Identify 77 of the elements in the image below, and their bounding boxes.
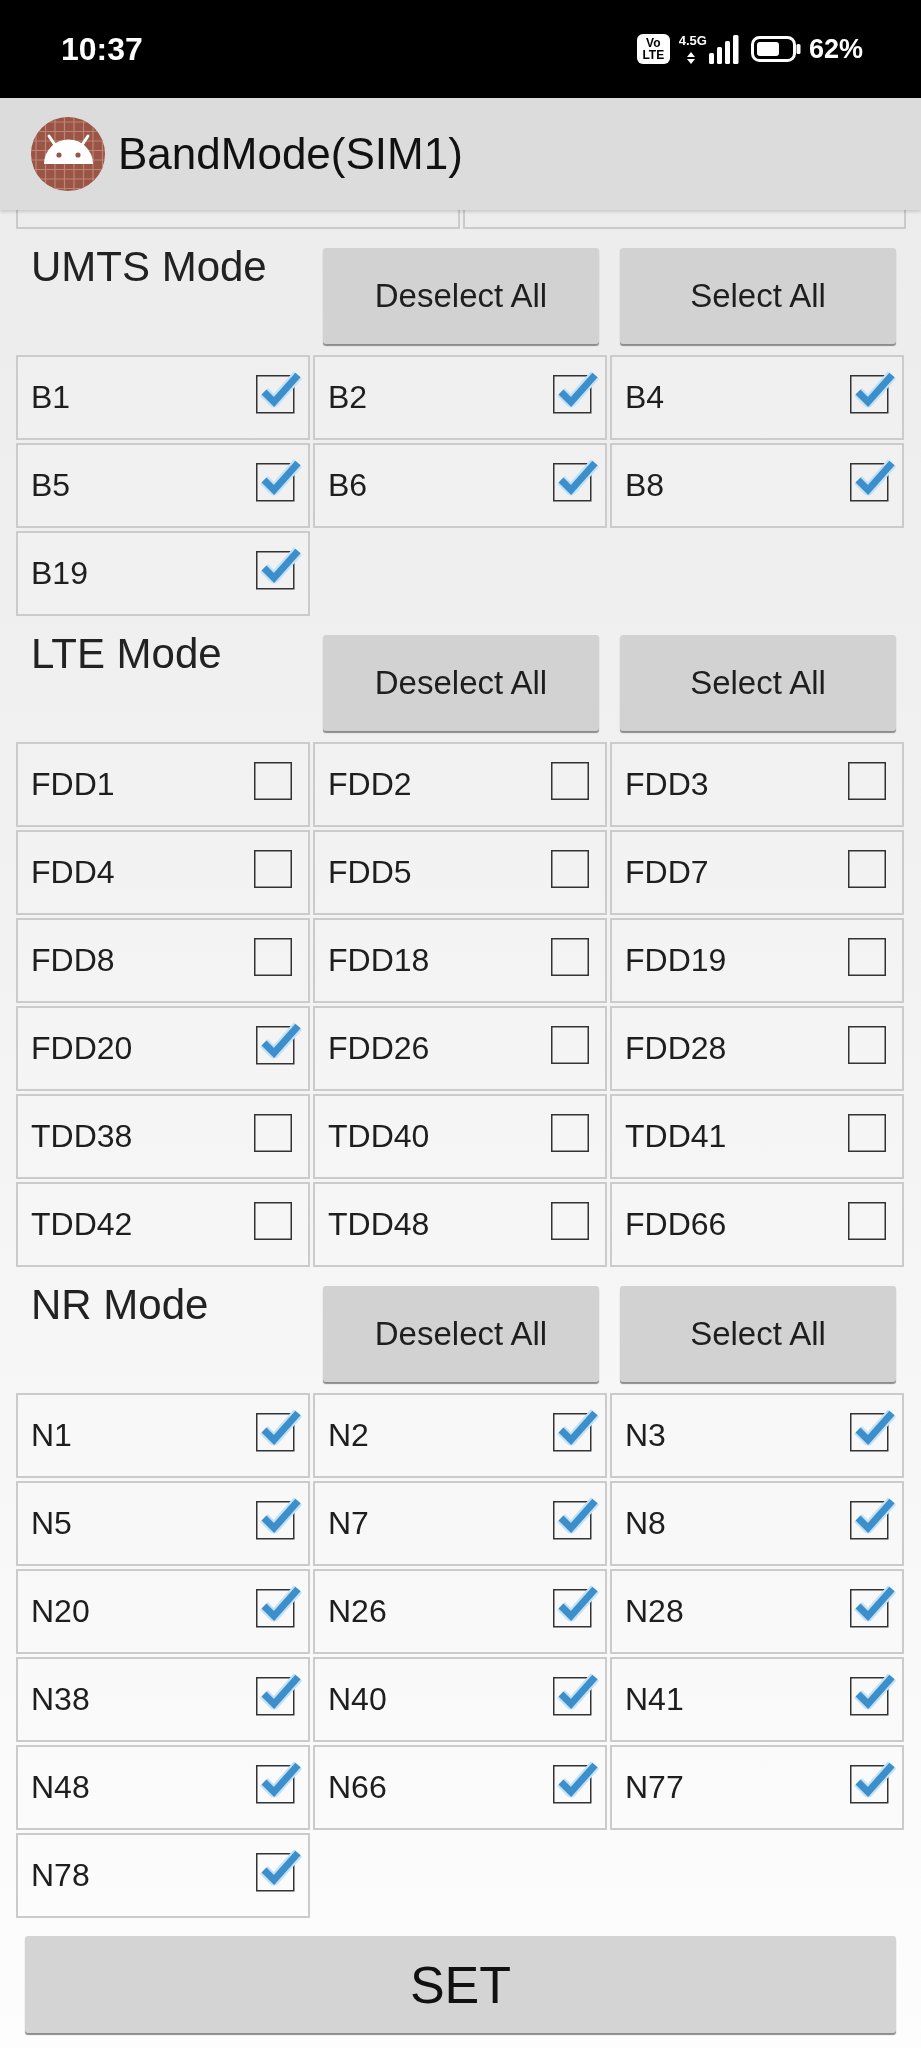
band-label: N5 bbox=[31, 1505, 72, 1542]
band-label: TDD38 bbox=[31, 1118, 133, 1155]
band-label: FDD66 bbox=[625, 1206, 727, 1243]
network-type-label: 4.5G bbox=[678, 34, 707, 47]
section-title: NR Mode bbox=[31, 1284, 209, 1326]
checkbox[interactable] bbox=[551, 938, 589, 976]
battery-icon bbox=[750, 36, 801, 62]
band-label: N40 bbox=[328, 1681, 387, 1718]
checkbox[interactable] bbox=[254, 938, 292, 976]
band-label: B5 bbox=[31, 467, 71, 504]
band-label: N77 bbox=[625, 1769, 684, 1806]
select-all-button[interactable]: Select All bbox=[620, 1286, 896, 1382]
band-label: N41 bbox=[625, 1681, 684, 1718]
checkbox[interactable] bbox=[848, 1026, 886, 1064]
checkbox[interactable] bbox=[254, 1202, 292, 1240]
band-label: FDD3 bbox=[625, 766, 709, 803]
band-label: N2 bbox=[328, 1417, 369, 1454]
band-label: N48 bbox=[31, 1769, 90, 1806]
deselect-all-button[interactable]: Deselect All bbox=[323, 635, 599, 731]
clock-time: 10:37 bbox=[61, 30, 143, 68]
band-label: FDD20 bbox=[31, 1030, 133, 1067]
checkbox[interactable] bbox=[551, 1202, 589, 1240]
app-icon bbox=[31, 117, 105, 191]
band-label: FDD8 bbox=[31, 942, 115, 979]
checkbox[interactable] bbox=[254, 762, 292, 800]
band-label: B8 bbox=[625, 467, 665, 504]
band-label: FDD28 bbox=[625, 1030, 727, 1067]
deselect-all-button[interactable]: Deselect All bbox=[323, 1286, 599, 1382]
set-button[interactable]: SET bbox=[25, 1936, 896, 2033]
volte-badge: Vo LTE bbox=[636, 34, 670, 64]
select-all-button[interactable]: Select All bbox=[620, 248, 896, 344]
band-label: B4 bbox=[625, 379, 665, 416]
checkbox[interactable] bbox=[848, 938, 886, 976]
band-label: TDD42 bbox=[31, 1206, 133, 1243]
band-label: B1 bbox=[31, 379, 71, 416]
band-label: N78 bbox=[31, 1857, 90, 1894]
band-label: N66 bbox=[328, 1769, 387, 1806]
deselect-all-button[interactable]: Deselect All bbox=[323, 248, 599, 344]
checkbox[interactable] bbox=[551, 850, 589, 888]
checkbox[interactable] bbox=[551, 1114, 589, 1152]
checkbox[interactable] bbox=[551, 1026, 589, 1064]
band-label: N26 bbox=[328, 1593, 387, 1630]
signal-icon bbox=[708, 34, 739, 64]
band-label: FDD2 bbox=[328, 766, 412, 803]
band-label: FDD1 bbox=[31, 766, 115, 803]
band-label: TDD41 bbox=[625, 1118, 727, 1155]
band-label: N20 bbox=[31, 1593, 90, 1630]
app-title: BandMode(SIM1) bbox=[118, 129, 463, 179]
band-label: N3 bbox=[625, 1417, 666, 1454]
band-label: FDD19 bbox=[625, 942, 727, 979]
band-label: FDD7 bbox=[625, 854, 709, 891]
band-label: TDD40 bbox=[328, 1118, 430, 1155]
band-label: FDD26 bbox=[328, 1030, 430, 1067]
band-label: N7 bbox=[328, 1505, 369, 1542]
band-label: N38 bbox=[31, 1681, 90, 1718]
band-label: B6 bbox=[328, 467, 368, 504]
band-label: B2 bbox=[328, 379, 368, 416]
battery-percentage: 62% bbox=[808, 33, 863, 65]
checkbox[interactable] bbox=[848, 1202, 886, 1240]
data-arrows-icon bbox=[686, 52, 695, 64]
section-title: LTE Mode bbox=[31, 633, 222, 675]
checkbox[interactable] bbox=[848, 762, 886, 800]
select-all-button[interactable]: Select All bbox=[620, 635, 896, 731]
band-label: N1 bbox=[31, 1417, 72, 1454]
checkbox[interactable] bbox=[254, 1114, 292, 1152]
band-label: FDD5 bbox=[328, 854, 412, 891]
band-label: FDD18 bbox=[328, 942, 430, 979]
checkbox[interactable] bbox=[848, 1114, 886, 1152]
checkbox[interactable] bbox=[848, 850, 886, 888]
section-title: UMTS Mode bbox=[31, 246, 267, 288]
band-label: N8 bbox=[625, 1505, 666, 1542]
band-label: TDD48 bbox=[328, 1206, 430, 1243]
band-label: N28 bbox=[625, 1593, 684, 1630]
checkbox[interactable] bbox=[551, 762, 589, 800]
checkbox[interactable] bbox=[254, 850, 292, 888]
band-label: B19 bbox=[31, 555, 88, 592]
band-label: FDD4 bbox=[31, 854, 115, 891]
